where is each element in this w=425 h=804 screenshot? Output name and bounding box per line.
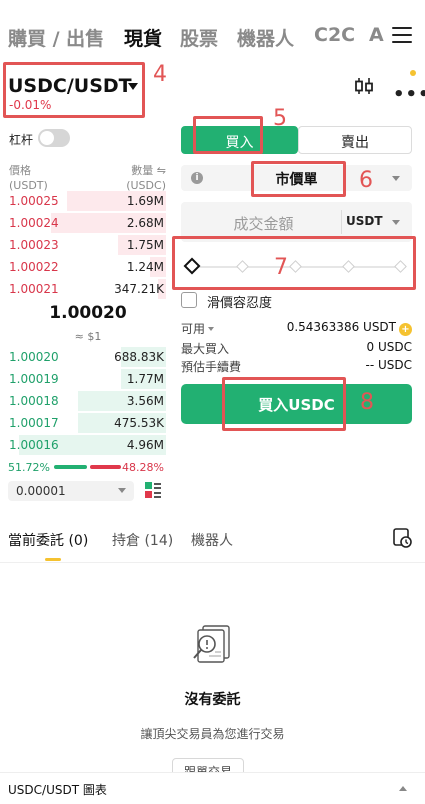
annotation-label-8: 8 [360,390,374,415]
ask-price: 1.00023 [9,238,59,252]
sell-tab[interactable]: 賣出 [298,126,412,154]
more-icon[interactable]: ••• [393,84,425,105]
ask-row[interactable]: 1.00021 347.21K [0,277,170,301]
tab-stocks[interactable]: 股票 [180,24,218,51]
caret-up-icon[interactable] [399,786,407,791]
bid-row[interactable]: 1.00017 475.53K [0,411,170,435]
ask-qty: 2.68M [126,216,164,230]
bid-price: 1.00018 [9,394,59,408]
bid-price: 1.00016 [9,438,59,452]
annotation-box-5 [193,116,263,154]
annotation-box-7 [172,236,416,290]
ask-row[interactable]: 1.00025 1.69M [0,189,170,213]
max-buy-row: 最大買入 0 USDC [181,340,412,356]
ask-qty: 347.21K [114,282,164,296]
empty-subtitle: 讓頂尖交易員為您進行交易 [140,727,285,741]
buy-ratio-bar [54,465,87,469]
available-value: 0.54363386 USDT [286,320,396,334]
tab-more[interactable]: A [369,24,384,46]
ask-price: 1.00025 [9,194,59,208]
order-history-icon[interactable] [393,528,412,548]
sell-ratio-bar [90,465,121,469]
bid-row[interactable]: 1.00016 4.96M [0,433,170,457]
tab-bot-orders[interactable]: 機器人 [191,530,233,550]
annotation-box-4 [3,62,145,118]
ask-price: 1.00022 [9,260,59,274]
annotation-label-5: 5 [273,106,287,131]
amount-unit-select[interactable]: USDT [346,214,383,228]
annotation-label-4: 4 [153,62,167,87]
annotation-box-8 [222,377,346,431]
notification-dot-icon [410,70,416,76]
leverage-toggle[interactable] [38,129,70,147]
caret-down-icon [392,220,400,225]
orderbook-layout-icon[interactable] [145,482,161,498]
ask-qty: 1.69M [126,194,164,208]
add-funds-icon[interactable]: + [399,323,412,336]
annotation-label-6: 6 [359,168,373,193]
tab-c2c[interactable]: C2C [314,24,355,46]
ask-price: 1.00024 [9,216,59,230]
ask-qty: 1.24M [126,260,164,274]
last-price: 1.00020 [49,303,127,323]
annotation-label-7: 7 [274,255,288,280]
tab-bots[interactable]: 機器人 [237,24,294,51]
candlestick-chart-icon[interactable] [354,77,374,95]
active-tab-indicator [45,558,61,561]
annotation-box-6 [251,161,346,197]
orders-tabs: 當前委託 (0) 持倉 (14) 機器人 [0,530,425,552]
bid-qty: 3.56M [126,394,164,408]
divider [0,562,425,563]
ask-qty: 1.75M [126,238,164,252]
tab-open-orders[interactable]: 當前委託 (0) [8,530,88,550]
empty-orders-icon [193,625,230,663]
ask-row[interactable]: 1.00022 1.24M [0,255,170,279]
ask-row[interactable]: 1.00023 1.75M [0,233,170,257]
bid-row[interactable]: 1.00018 3.56M [0,389,170,413]
leverage-label: 杠杆 [9,133,34,147]
fee-row: 預估手續費 -- USDC [181,358,412,374]
empty-title: 沒有委託 [184,692,241,708]
tab-spot[interactable]: 現貨 [124,24,162,51]
bid-qty: 1.77M [126,372,164,386]
ask-price: 1.00021 [9,282,59,296]
bid-row[interactable]: 1.00019 1.77M [0,367,170,391]
bid-price: 1.00020 [9,350,59,364]
bid-price: 1.00019 [9,372,59,386]
slippage-label: 滑價容忍度 [207,296,273,311]
tab-buy-sell[interactable]: 購買 / 出售 [8,24,104,51]
amount-placeholder: 成交金額 [233,215,294,233]
bid-price: 1.00017 [9,416,59,430]
sell-ratio: 48.28% [122,461,164,474]
tab-positions[interactable]: 持倉 (14) [112,530,173,550]
bid-qty: 475.53K [114,416,164,430]
bid-qty: 688.83K [114,350,164,364]
menu-icon[interactable] [392,27,412,43]
last-price-usd: ≈ $1 [74,330,102,343]
caret-down-icon [392,176,400,181]
chart-drawer[interactable]: USDC/USDT 圖表 [0,772,425,804]
price-step-select[interactable]: 0.00001 [8,481,134,501]
buy-ratio: 51.72% [8,461,50,474]
chart-label: USDC/USDT 圖表 [8,783,107,797]
bid-row[interactable]: 1.00020 688.83K [0,345,170,369]
bid-qty: 4.96M [126,438,164,452]
available-row: 可用 0.54363386 USDT + [181,320,412,338]
slippage-checkbox[interactable] [181,292,197,308]
ask-row[interactable]: 1.00024 2.68M [0,211,170,235]
